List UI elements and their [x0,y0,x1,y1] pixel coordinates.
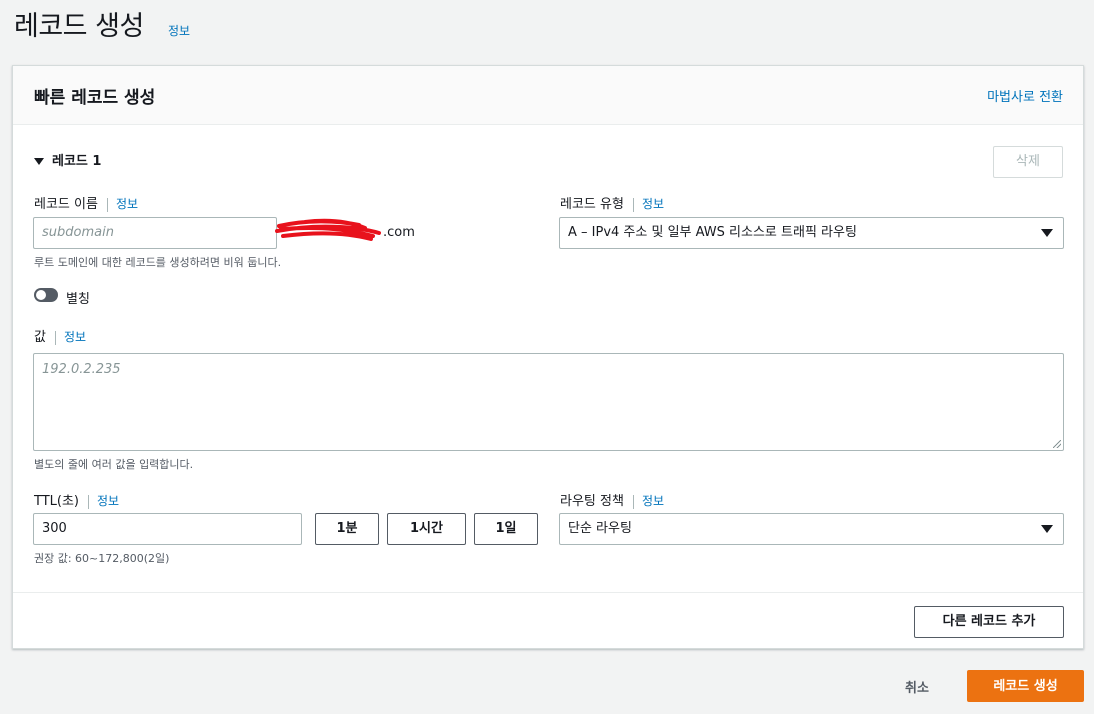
record-heading: 레코드 1 [52,154,102,169]
routing-policy-select[interactable]: 단순 라우팅 [559,513,1064,545]
value-placeholder: 192.0.2.235 [42,362,121,377]
cancel-button[interactable]: 취소 [905,677,929,696]
routing-label-row: 라우팅 정책 정보 [560,490,664,509]
caret-down-icon [34,158,44,165]
record-type-label: 레코드 유형 [560,197,624,212]
ttl-label: TTL(초) [34,494,79,509]
switch-to-wizard-link[interactable]: 마법사로 전환 [987,86,1063,105]
routing-policy-value: 단순 라우팅 [568,521,632,536]
record-name-info-link[interactable]: 정보 [116,197,138,211]
page-title: 레코드 생성 [14,11,144,42]
ttl-1-day-button[interactable]: 1일 [474,513,538,545]
page-info-link[interactable]: 정보 [168,22,190,39]
value-textarea[interactable]: 192.0.2.235 [33,353,1064,451]
ttl-info-link[interactable]: 정보 [97,494,119,508]
routing-label: 라우팅 정책 [560,494,624,509]
domain-suffix: .com [383,225,415,240]
caret-down-icon [1041,525,1053,533]
ttl-1-minute-button[interactable]: 1분 [315,513,379,545]
routing-info-link[interactable]: 정보 [642,494,664,508]
record-name-placeholder: subdomain [42,225,114,240]
panel-header: 빠른 레코드 생성 마법사로 전환 [13,66,1083,125]
ttl-value: 300 [42,521,67,536]
delete-button[interactable]: 삭제 [993,146,1063,178]
record-type-info-link[interactable]: 정보 [642,197,664,211]
alias-toggle[interactable] [34,288,58,302]
alias-label: 별칭 [66,292,90,307]
redaction-scribble [275,216,395,246]
record-name-label: 레코드 이름 [34,197,98,212]
record-name-hint: 루트 도메인에 대한 레코드를 생성하려면 비워 둡니다. [34,256,282,269]
record-type-value: A – IPv4 주소 및 일부 AWS 리소스로 트래픽 라우팅 [568,225,857,240]
caret-down-icon [1041,229,1053,237]
value-label-row: 값 정보 [34,326,86,345]
ttl-label-row: TTL(초) 정보 [34,490,119,509]
value-info-link[interactable]: 정보 [64,330,86,344]
record-name-input[interactable]: subdomain [33,217,277,249]
record-type-select[interactable]: A – IPv4 주소 및 일부 AWS 리소스로 트래픽 라우팅 [559,217,1064,249]
value-hint: 별도의 줄에 여러 값을 입력합니다. [34,458,194,471]
ttl-1-hour-button[interactable]: 1시간 [387,513,466,545]
add-another-record-button[interactable]: 다른 레코드 추가 [914,606,1064,638]
resize-grip-icon[interactable] [1053,440,1061,448]
ttl-input[interactable]: 300 [33,513,302,545]
panel-title: 빠른 레코드 생성 [34,88,156,108]
panel-divider [13,592,1083,593]
record-type-label-row: 레코드 유형 정보 [560,193,664,212]
create-records-button[interactable]: 레코드 생성 [967,670,1084,702]
quick-create-panel: 빠른 레코드 생성 마법사로 전환 레코드 1 삭제 레코드 이름 정보 subd… [12,65,1084,649]
ttl-hint: 권장 값: 60~172,800(2일) [34,552,170,565]
value-label: 값 [34,330,46,345]
record-name-label-row: 레코드 이름 정보 [34,193,138,212]
record-expander[interactable]: 레코드 1 [34,150,101,169]
